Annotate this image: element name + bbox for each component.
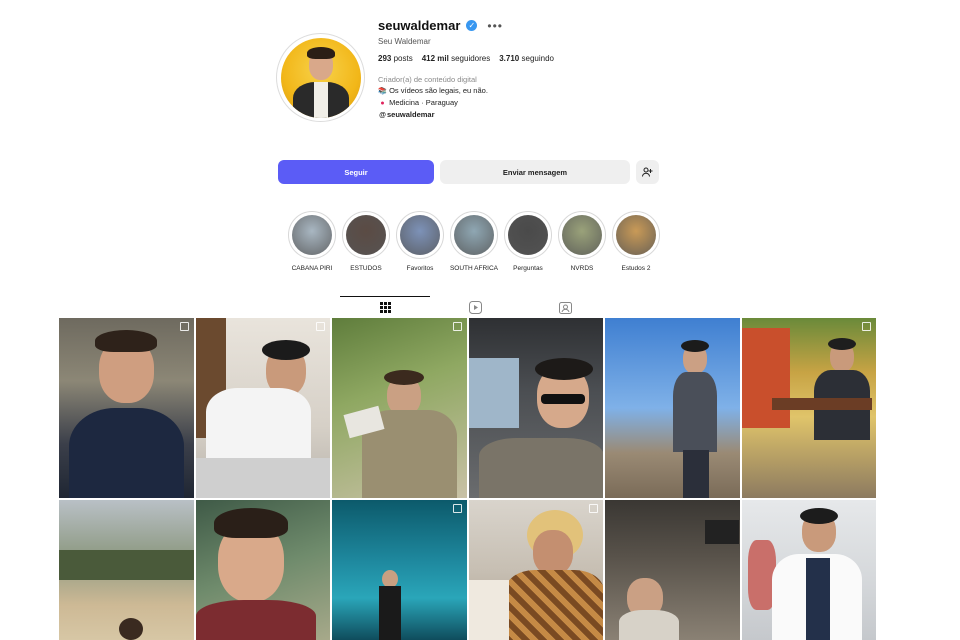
follow-button[interactable]: Seguir [278,160,434,184]
highlight-item[interactable]: Perguntas [501,211,555,272]
highlight-cover [450,211,498,259]
avatar-image [280,37,361,118]
bio-line-2: ● Medicina · Paraguay [378,97,488,109]
highlight-cover [504,211,552,259]
highlight-cover [288,211,336,259]
bio-line-2-text: Medicina · Paraguay [389,98,458,107]
highlight-item[interactable]: Estudos 2 [609,211,663,272]
followers-stat[interactable]: 412 mil seguidores [422,54,491,63]
message-button[interactable]: Enviar mensagem [440,160,630,184]
highlight-image [508,215,548,255]
highlight-item[interactable]: ESTUDOS [339,211,393,272]
threads-handle: seuwaldemar [387,110,435,119]
post-thumbnail[interactable] [605,500,740,640]
highlight-label: ESTUDOS [350,265,382,272]
highlight-label: Favoritos [406,265,434,272]
tagged-icon[interactable] [520,296,610,318]
posts-count: 293 [378,54,392,63]
more-options-icon[interactable]: ••• [487,19,503,33]
post-thumbnail[interactable] [59,500,194,640]
profile-stats: 293 posts 412 mil seguidores 3.710 segui… [378,54,554,63]
highlight-image [400,215,440,255]
highlight-label: NVRDS [570,265,594,272]
username: seuwaldemar [378,18,461,33]
full-name: Seu Waldemar [378,37,431,46]
highlight-item[interactable]: Favoritos [393,211,447,272]
highlight-cover [396,211,444,259]
book-icon: 📚 [378,88,387,95]
grid-icon[interactable] [340,296,430,318]
highlight-label: Estudos 2 [621,265,651,272]
profile-bio: Criador(a) de conteúdo digital 📚 Os víde… [378,74,488,121]
highlight-cover [342,211,390,259]
person-add-icon[interactable] [636,160,659,184]
highlight-label: Perguntas [513,265,543,272]
post-thumbnail[interactable] [468,318,603,498]
followers-label: seguidores [451,54,491,63]
highlight-image [292,215,332,255]
username-row: seuwaldemar ✓ ••• [378,18,503,33]
bio-line-1-text: Os vídeos são legais, eu não. [389,86,488,95]
threads-link[interactable]: @seuwaldemar [378,109,488,121]
post-thumbnail[interactable] [741,500,876,640]
post-thumbnail[interactable] [332,500,467,640]
highlight-image [616,215,656,255]
post-thumbnail[interactable] [195,318,330,498]
profile-category: Criador(a) de conteúdo digital [378,75,477,84]
threads-icon: @ [379,112,386,119]
highlight-item[interactable]: CABANA PIRI [285,211,339,272]
followers-count: 412 mil [421,54,449,63]
post-thumbnail[interactable] [59,318,194,498]
pin-icon: ● [380,100,385,107]
highlight-cover [558,211,606,259]
bio-line-1: 📚 Os vídeos são legais, eu não. [378,85,488,97]
posts-grid [59,318,877,640]
post-thumbnail[interactable] [741,318,876,498]
following-stat[interactable]: 3.710 seguindo [499,54,554,63]
highlight-item[interactable]: SOUTH AFRICA [447,211,501,272]
posts-stat: 293 posts [378,54,413,63]
post-thumbnail[interactable] [605,318,740,498]
posts-label: posts [393,54,413,63]
following-count: 3.710 [499,54,520,63]
verified-badge-icon: ✓ [466,20,478,31]
post-thumbnail[interactable] [468,500,603,640]
highlight-label: CABANA PIRI [291,265,333,272]
highlight-image [562,215,602,255]
highlight-cover [612,211,660,259]
highlight-image [454,215,494,255]
highlight-label: SOUTH AFRICA [449,265,499,272]
story-highlights: CABANA PIRI ESTUDOS Favoritos SOUTH AFRICA P… [285,211,663,272]
profile-avatar[interactable] [276,33,365,122]
highlight-image [346,215,386,255]
reels-icon[interactable] [430,296,520,318]
following-label: seguindo [521,54,554,63]
post-thumbnail[interactable] [332,318,467,498]
post-thumbnail[interactable] [195,500,330,640]
profile-tabs [340,296,610,318]
highlight-item[interactable]: NVRDS [555,211,609,272]
